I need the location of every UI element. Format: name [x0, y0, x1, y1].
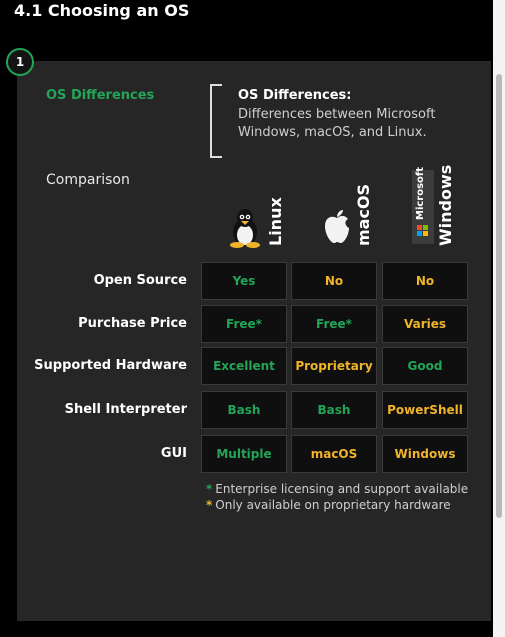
os-name-linux: Linux — [266, 197, 285, 246]
definition-body: Differences between Microsoft Windows, m… — [238, 107, 436, 140]
row-label: GUI — [160, 446, 187, 461]
os-column-linux: Linux — [226, 166, 306, 248]
table-cell: Varies — [382, 305, 468, 343]
note-1: * Enterprise licensing and support availa… — [206, 482, 468, 496]
table-cell: Proprietary — [291, 347, 377, 385]
row-label: Open Source — [93, 273, 187, 288]
page-title: 4.1 Choosing an OS — [14, 1, 190, 20]
table-cell: Yes — [201, 262, 287, 300]
table-cell: Free* — [291, 305, 377, 343]
table-cell: Bash — [201, 391, 287, 429]
scrollbar-thumb[interactable] — [496, 74, 502, 518]
note-2-text: Only available on proprietary hardware — [215, 498, 451, 512]
os-column-windows: Microsoft Windows — [408, 164, 488, 248]
table-cell: No — [291, 262, 377, 300]
row-label: Supported Hardware — [34, 358, 187, 373]
os-name-macos: macOS — [354, 183, 373, 246]
os-differences-label: OS Differences — [46, 88, 155, 103]
note-2: * Only available on proprietary hardware — [206, 498, 451, 512]
definition-title: OS Differences: — [238, 88, 352, 103]
os-column-macos: macOS — [318, 166, 398, 248]
note-1-star: * — [206, 482, 213, 496]
table-cell: Excellent — [201, 347, 287, 385]
row-label: Shell Interpreter — [64, 402, 187, 417]
microsoft-logo-icon: Microsoft — [412, 166, 434, 244]
bracket-divider — [210, 84, 222, 158]
tux-penguin-icon — [230, 209, 260, 248]
table-cell: Good — [382, 347, 468, 385]
table-cell: Windows — [382, 435, 468, 473]
row-label: Purchase Price — [78, 316, 187, 331]
table-cell: macOS — [291, 435, 377, 473]
comparison-label: Comparison — [46, 172, 130, 188]
os-name-windows: Windows — [436, 164, 455, 246]
table-cell: Bash — [291, 391, 377, 429]
microsoft-brand-text: Microsoft — [415, 166, 426, 220]
apple-icon — [325, 210, 349, 243]
table-cell: Free* — [201, 305, 287, 343]
table-cell: No — [382, 262, 468, 300]
step-badge: 1 — [6, 48, 34, 76]
table-cell: PowerShell — [382, 391, 468, 429]
note-1-text: Enterprise licensing and support availab… — [215, 482, 469, 496]
note-2-star: * — [206, 498, 213, 512]
table-cell: Multiple — [201, 435, 287, 473]
